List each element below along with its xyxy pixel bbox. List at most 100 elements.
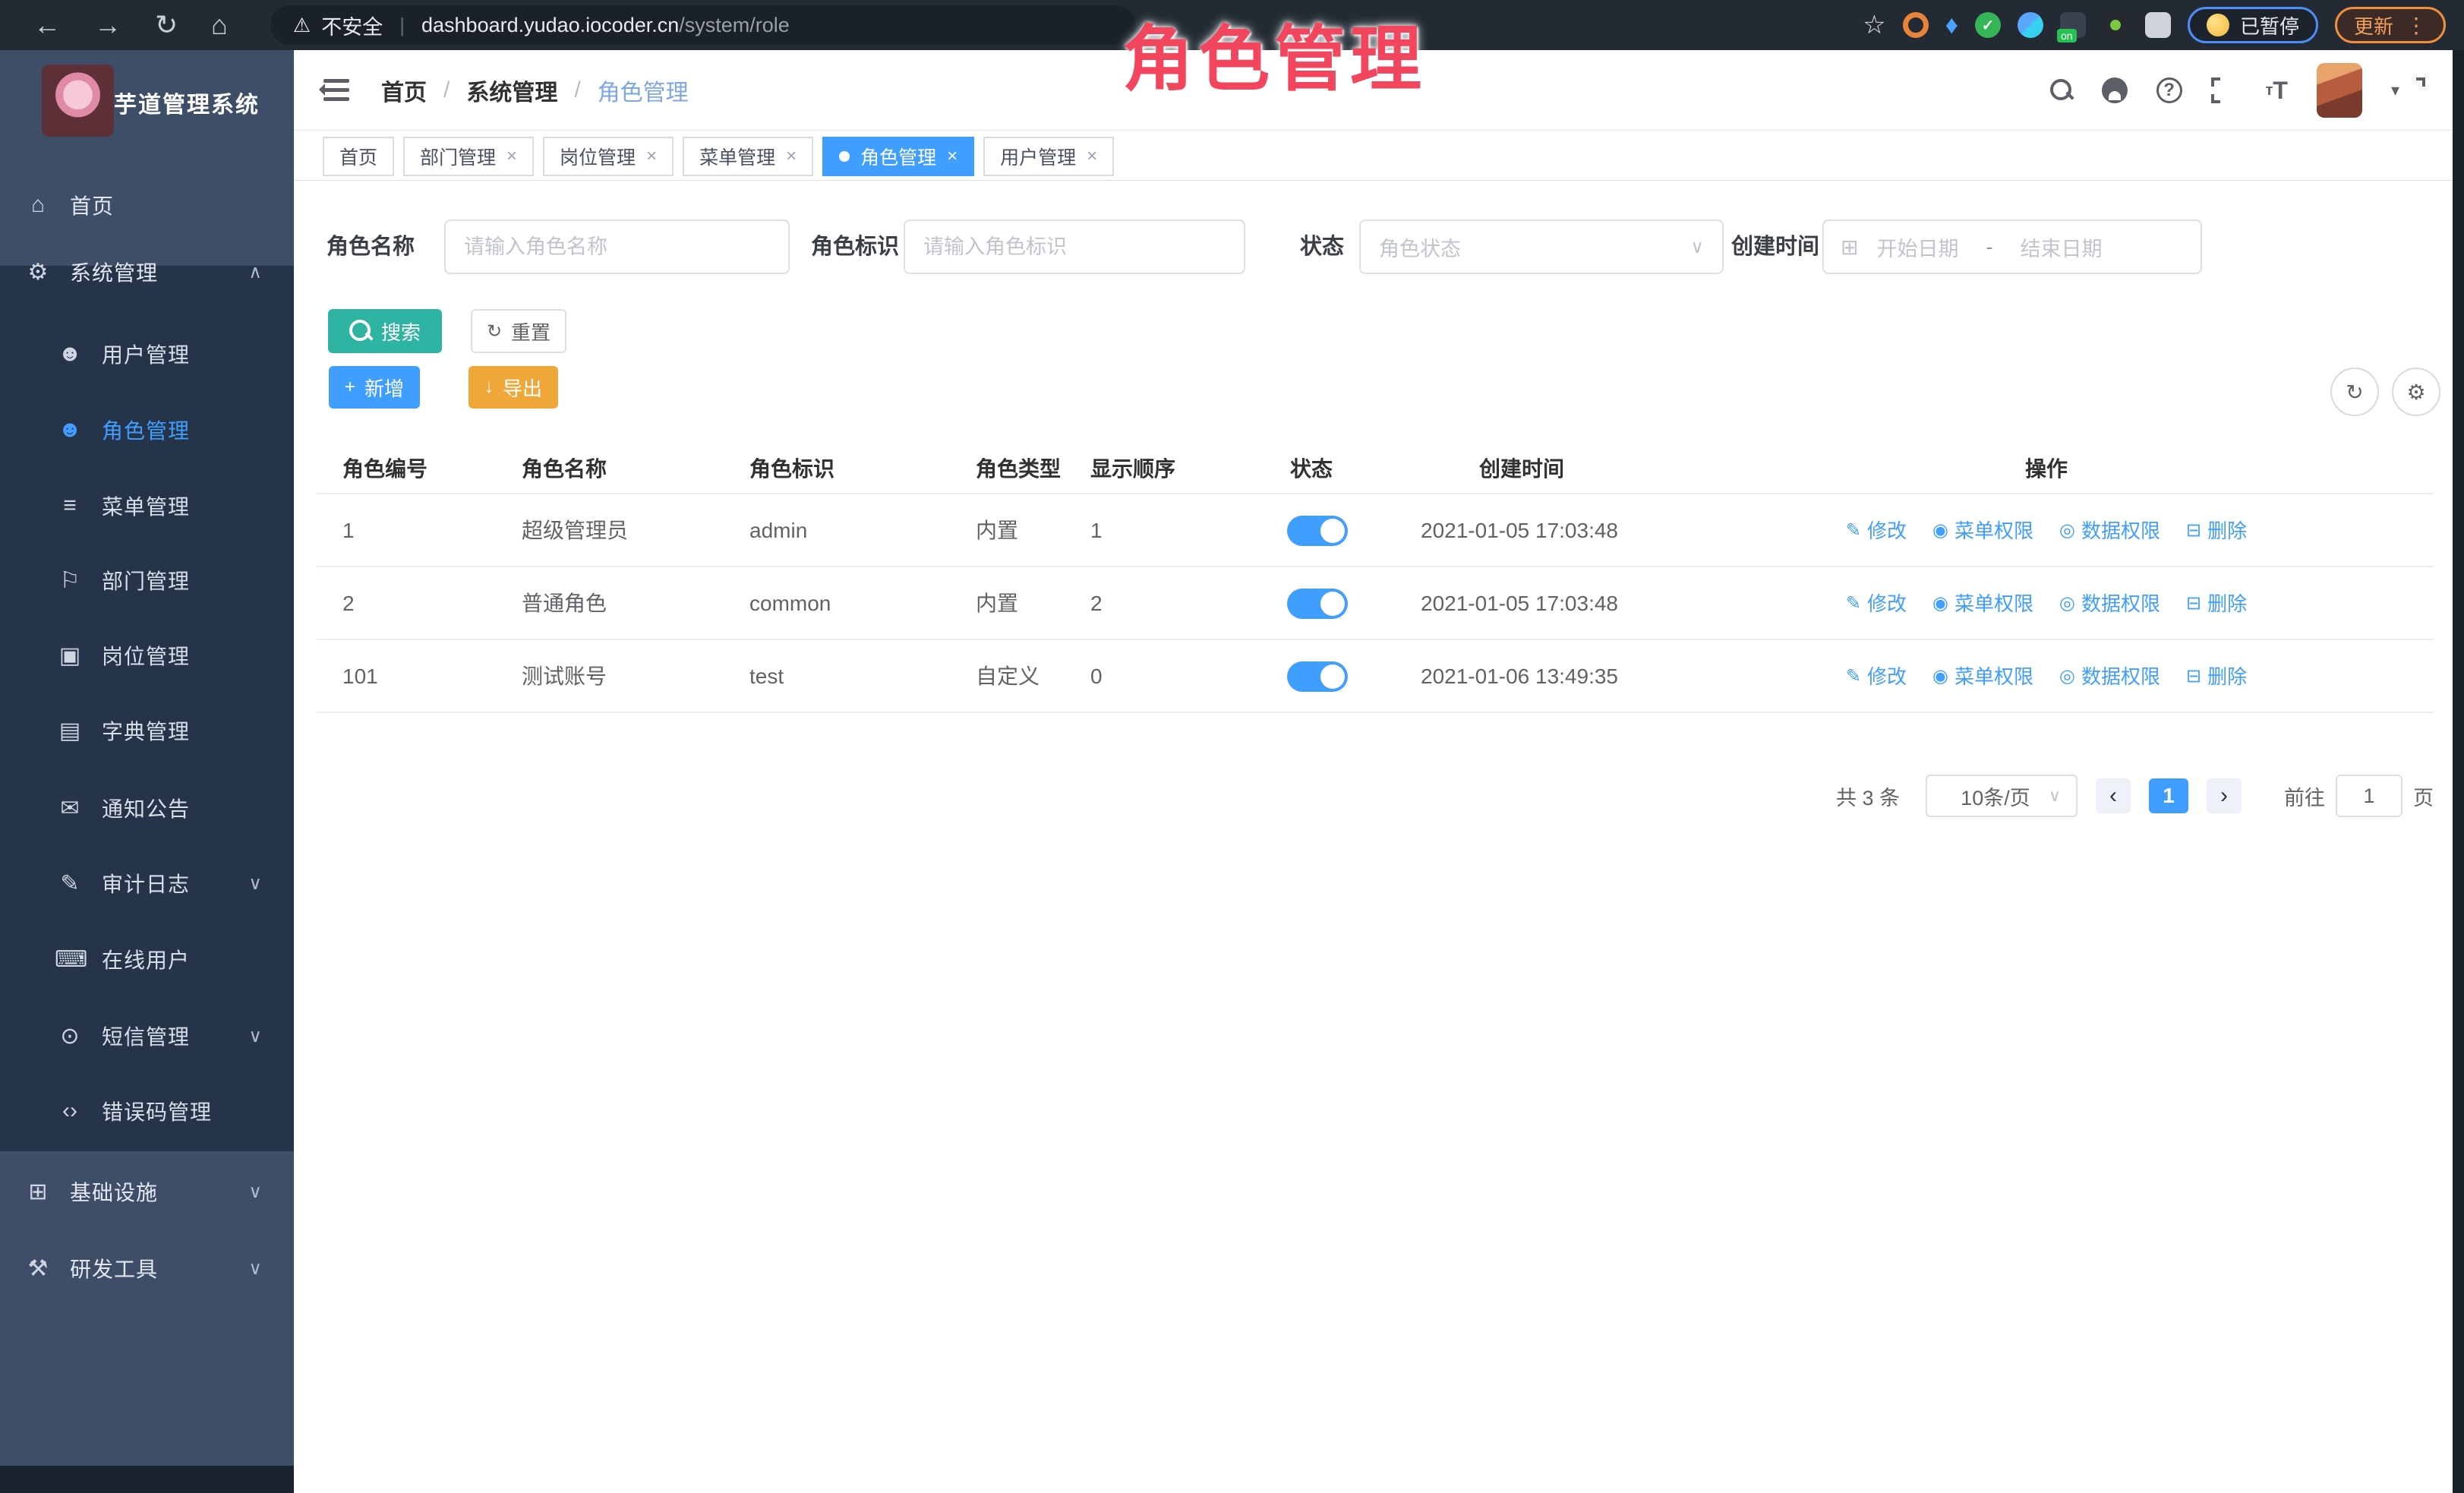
edit-action[interactable]: ✎修改	[1846, 567, 1907, 640]
menu-permission-action[interactable]: ◉菜单权限	[1932, 640, 2033, 713]
page-size-select[interactable]: 10条/页∨	[1926, 775, 2078, 817]
circle-icon: ◎	[2059, 567, 2075, 640]
sidebar-item-menu-management[interactable]: ≡ 菜单管理	[0, 469, 294, 542]
data-permission-action[interactable]: ◎数据权限	[2059, 494, 2160, 567]
reload-icon[interactable]: ↻	[155, 0, 178, 50]
browser-update-button[interactable]: 更新⋮	[2335, 7, 2446, 43]
delete-action[interactable]: ⊟删除	[2186, 640, 2247, 713]
extension-check-icon[interactable]: ✓	[1975, 12, 2001, 38]
role-key-input[interactable]	[904, 219, 1245, 274]
chevron-down-icon: ∨	[248, 873, 262, 895]
col-sort: 显示顺序	[1090, 444, 1175, 494]
search-icon[interactable]	[2050, 79, 2073, 102]
table-columns-button[interactable]: ⚙	[2392, 368, 2440, 416]
search-button[interactable]: 搜索	[328, 309, 442, 353]
col-role-type: 角色类型	[976, 444, 1061, 494]
status-select[interactable]: 角色状态 ∨	[1359, 219, 1724, 274]
refresh-icon: ↻	[2346, 380, 2363, 405]
close-icon[interactable]: ×	[506, 146, 517, 167]
sidebar-item-notice[interactable]: ✉ 通知公告	[0, 772, 294, 844]
tags-view-bar: 首页 部门管理× 岗位管理× 菜单管理× 角色管理× 用户管理×	[294, 131, 2453, 181]
fullscreen-icon[interactable]	[2211, 77, 2237, 103]
reset-button[interactable]: ↻重置	[471, 309, 566, 353]
tab-user-management[interactable]: 用户管理×	[983, 137, 1114, 176]
edit-action[interactable]: ✎修改	[1846, 640, 1907, 713]
goto-page-input[interactable]	[2336, 775, 2402, 817]
edit-action[interactable]: ✎修改	[1846, 494, 1907, 567]
tab-post-management[interactable]: 岗位管理×	[543, 137, 674, 176]
sidebar-item-post-management[interactable]: ▣ 岗位管理	[0, 619, 294, 692]
tab-home[interactable]: 首页	[323, 137, 394, 176]
tab-role-management[interactable]: 角色管理×	[822, 137, 974, 176]
table-refresh-button[interactable]: ↻	[2330, 368, 2379, 416]
chevron-down-icon: ∨	[248, 1258, 262, 1280]
data-permission-action[interactable]: ◎数据权限	[2059, 567, 2160, 640]
page-scrollbar[interactable]	[2453, 50, 2464, 1493]
extension-monkey-icon[interactable]	[2103, 12, 2128, 38]
home-icon[interactable]: ⌂	[211, 0, 228, 50]
close-icon[interactable]: ×	[1087, 146, 1097, 167]
close-icon[interactable]: ×	[646, 146, 657, 167]
cell-create-time: 2021-01-05 17:03:48	[1421, 567, 1618, 640]
forward-icon[interactable]: →	[94, 0, 121, 50]
extension-dark-icon[interactable]: on	[2060, 12, 2086, 38]
browser-extensions-area: ☆ ♦ ✓ on 已暂停 更新⋮	[1846, 7, 2446, 43]
role-name-input[interactable]	[444, 219, 790, 274]
extensions-puzzle-icon[interactable]	[2145, 12, 2171, 38]
sidebar-item-dev-tools[interactable]: ⚒ 研发工具 ∨	[0, 1232, 294, 1305]
status-toggle[interactable]	[1287, 516, 1348, 546]
next-page-button[interactable]: ›	[2207, 778, 2242, 813]
breadcrumb-home[interactable]: 首页	[381, 74, 427, 107]
delete-action[interactable]: ⊟删除	[2186, 494, 2247, 567]
browser-menu-icon[interactable]: ⋮	[2406, 13, 2427, 38]
sidebar-item-role-management[interactable]: ☻ 角色管理	[0, 393, 294, 466]
sidebar-item-sms-management[interactable]: ⊙ 短信管理 ∨	[0, 999, 294, 1072]
hamburger-icon[interactable]	[319, 73, 354, 108]
close-icon[interactable]: ×	[786, 146, 797, 167]
sidebar-item-dict-management[interactable]: ▤ 字典管理	[0, 694, 294, 767]
sidebar-item-infrastructure[interactable]: ⊞ 基础设施 ∨	[0, 1155, 294, 1228]
app-title: 芋道管理系统	[114, 86, 260, 119]
status-toggle[interactable]	[1287, 661, 1348, 692]
tab-menu-management[interactable]: 菜单管理×	[683, 137, 813, 176]
roles-icon: ☻	[55, 417, 85, 443]
sidebar-item-error-code[interactable]: ‹› 错误码管理	[0, 1075, 294, 1147]
export-button[interactable]: ↓导出	[469, 366, 558, 409]
sidebar-item-audit-log[interactable]: ✎ 审计日志 ∨	[0, 847, 294, 920]
tab-dept-management[interactable]: 部门管理×	[403, 137, 534, 176]
breadcrumb-system[interactable]: 系统管理	[466, 74, 557, 107]
help-icon[interactable]: ?	[2156, 77, 2182, 103]
sidebar-item-online-users[interactable]: ⌨ 在线用户	[0, 923, 294, 996]
extension-gem-icon[interactable]: ♦	[1945, 12, 1958, 38]
table-row: 101 测试账号 test 自定义 0 2021-01-06 13:49:35 …	[317, 640, 2434, 713]
page-number-button[interactable]: 1	[2149, 778, 2188, 813]
extension-blue-icon[interactable]	[2018, 12, 2043, 38]
back-icon[interactable]: ←	[33, 0, 61, 50]
date-range-picker[interactable]: ⊞ 开始日期 - 结束日期	[1822, 219, 2202, 274]
sidebar-item-system-management[interactable]: ⚙ 系统管理 ∧	[0, 235, 294, 308]
sidebar-collapse-bar[interactable]	[0, 1466, 294, 1493]
extension-orange-icon[interactable]	[1903, 12, 1929, 38]
menu-permission-action[interactable]: ◉菜单权限	[1932, 567, 2033, 640]
url-path: /system/role	[679, 14, 790, 37]
avatar-caret-icon[interactable]: ▾	[2391, 80, 2399, 100]
sidebar-item-user-management[interactable]: ☻ 用户管理	[0, 317, 294, 390]
font-size-icon[interactable]: тT	[2266, 77, 2288, 105]
status-toggle[interactable]	[1287, 589, 1348, 619]
delete-action[interactable]: ⊟删除	[2186, 567, 2247, 640]
url-bar[interactable]: ⚠ 不安全 | dashboard.yudao.iocoder.cn /syst…	[270, 5, 1136, 45]
data-permission-action[interactable]: ◎数据权限	[2059, 640, 2160, 713]
app-logo-row[interactable]: 芋道管理系统	[0, 50, 294, 149]
menu-permission-action[interactable]: ◉菜单权限	[1932, 494, 2033, 567]
add-button[interactable]: +新增	[329, 366, 420, 409]
bookmark-star-icon[interactable]: ☆	[1863, 12, 1885, 38]
sidebar-item-home[interactable]: ⌂ 首页	[0, 169, 294, 241]
close-icon[interactable]: ×	[947, 146, 958, 167]
header-actions: ? тT ▾	[2021, 50, 2399, 131]
prev-page-button[interactable]: ‹	[2096, 778, 2131, 813]
user-icon: ☻	[55, 341, 85, 367]
sidebar-item-dept-management[interactable]: ⚐ 部门管理	[0, 544, 294, 617]
paused-badge[interactable]: 已暂停	[2188, 7, 2318, 43]
user-avatar[interactable]	[2317, 63, 2362, 118]
github-icon[interactable]	[2102, 77, 2128, 103]
